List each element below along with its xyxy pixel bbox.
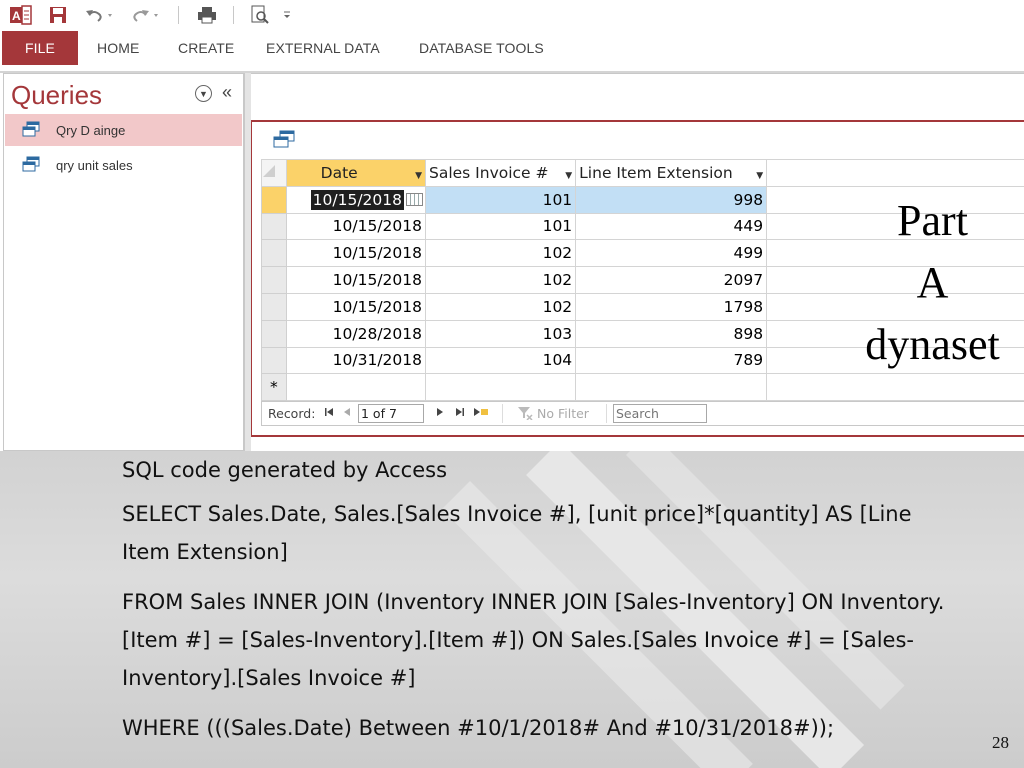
- cell-sales-invoice[interactable]: [424, 373, 577, 402]
- column-header-date[interactable]: Date ▼: [285, 159, 427, 187]
- sort-filter-arrow-icon[interactable]: ▼: [415, 171, 422, 181]
- undo-icon[interactable]: [83, 4, 117, 26]
- current-record-field[interactable]: [358, 404, 424, 423]
- query-icon: [22, 121, 40, 140]
- cell-line-item-extension[interactable]: 2097: [575, 266, 768, 294]
- cell-sales-invoice[interactable]: 104: [424, 346, 577, 375]
- select-all-corner[interactable]: [261, 159, 287, 187]
- cell-date[interactable]: 10/15/2018: [285, 212, 427, 241]
- row-filler: [766, 373, 1024, 402]
- record-navigation-bar: Record: No Filter: [261, 401, 1024, 426]
- new-record-row[interactable]: *: [261, 373, 1024, 402]
- next-record-icon[interactable]: [436, 406, 444, 421]
- cell-sales-invoice[interactable]: 102: [424, 292, 577, 321]
- svg-text:A: A: [12, 9, 21, 23]
- record-selector[interactable]: [261, 185, 287, 214]
- document-tab-border: [251, 120, 1024, 122]
- column-header-row: Date ▼ Sales Invoice # ▼ Line Item Extensi…: [261, 159, 1024, 187]
- cell-line-item-extension[interactable]: 449: [575, 212, 768, 241]
- tab-file[interactable]: FILE: [2, 31, 78, 65]
- nav-item-label: Qry D ainge: [56, 122, 126, 138]
- record-selector[interactable]: [261, 292, 287, 321]
- tab-external-data[interactable]: EXTERNAL DATA: [266, 31, 380, 65]
- cell-date[interactable]: 10/15/2018: [285, 239, 427, 268]
- quick-access-toolbar: A: [0, 0, 1024, 31]
- toolbar-separator: [178, 6, 179, 24]
- print-preview-icon[interactable]: [249, 4, 271, 26]
- query-icon: [22, 156, 40, 175]
- previous-record-icon[interactable]: [343, 406, 351, 421]
- cell-sales-invoice[interactable]: 103: [424, 319, 577, 348]
- sql-heading: SQL code generated by Access: [122, 458, 448, 482]
- tab-create[interactable]: CREATE: [178, 31, 234, 65]
- column-header-sales-invoice[interactable]: Sales Invoice # ▼: [424, 159, 577, 187]
- tab-home[interactable]: HOME: [97, 31, 139, 65]
- query-object-icon: [273, 130, 295, 153]
- nav-separator: [606, 404, 607, 423]
- nav-separator: [502, 404, 503, 423]
- document-tab-border: [251, 120, 252, 437]
- last-record-icon[interactable]: [455, 406, 465, 421]
- access-logo-icon: A: [9, 4, 33, 26]
- column-header-filler: [766, 159, 1024, 187]
- navigation-pane: Queries ▼ « Qry D ainge qry unit sales: [3, 73, 244, 451]
- pane-splitter[interactable]: [244, 73, 251, 451]
- save-icon[interactable]: [47, 4, 69, 26]
- ribbon-tabs: FILE HOME CREATE EXTERNAL DATA DATABASE …: [0, 31, 1024, 68]
- cell-sales-invoice[interactable]: 101: [424, 212, 577, 241]
- document-tab-border: [251, 435, 1024, 437]
- record-label: Record:: [268, 406, 316, 421]
- toolbar-separator: [233, 6, 234, 24]
- part-label-line: A: [916, 258, 949, 307]
- record-selector[interactable]: [261, 212, 287, 241]
- new-record-icon[interactable]: [473, 406, 489, 421]
- part-label-line: Part: [897, 196, 968, 245]
- cell-line-item-extension[interactable]: 499: [575, 239, 768, 268]
- no-filter-label[interactable]: No Filter: [537, 406, 589, 421]
- nav-item-qry-unit-sales[interactable]: qry unit sales: [5, 149, 242, 181]
- column-header-line-item-extension[interactable]: Line Item Extension ▼: [575, 159, 768, 187]
- nav-pane-menu-icon[interactable]: ▼: [195, 85, 212, 102]
- print-icon[interactable]: [195, 4, 219, 26]
- nav-item-qry-d-ainge[interactable]: Qry D ainge: [5, 114, 242, 146]
- nav-item-label: qry unit sales: [56, 157, 133, 173]
- sql-from-clause: FROM Sales INNER JOIN (Inventory INNER J…: [122, 590, 945, 690]
- sort-filter-arrow-icon[interactable]: ▼: [756, 171, 763, 181]
- sort-filter-arrow-icon[interactable]: ▼: [565, 171, 572, 181]
- nav-pane-title[interactable]: Queries: [11, 80, 102, 111]
- filter-icon[interactable]: [517, 406, 533, 423]
- cell-sales-invoice[interactable]: 101: [424, 185, 577, 214]
- cell-line-item-extension[interactable]: 1798: [575, 292, 768, 321]
- record-selector[interactable]: [261, 346, 287, 375]
- sql-where-clause: WHERE (((Sales.Date) Between #10/1/2018#…: [122, 716, 835, 740]
- redo-icon[interactable]: [129, 4, 163, 26]
- first-record-icon[interactable]: [324, 406, 334, 421]
- cell-sales-invoice[interactable]: 102: [424, 266, 577, 294]
- sql-select-clause: SELECT Sales.Date, Sales.[Sales Invoice …: [122, 502, 912, 564]
- customize-toolbar-icon[interactable]: [280, 4, 294, 26]
- tab-database-tools[interactable]: DATABASE TOOLS: [419, 31, 544, 65]
- search-input[interactable]: [613, 404, 707, 423]
- cell-date[interactable]: 10/15/2018: [285, 266, 427, 294]
- cell-date[interactable]: [285, 373, 427, 402]
- new-record-marker[interactable]: *: [261, 373, 287, 402]
- cell-line-item-extension[interactable]: 998: [575, 185, 768, 214]
- calendar-picker-icon[interactable]: [406, 192, 423, 206]
- record-selector[interactable]: [261, 266, 287, 294]
- cell-line-item-extension[interactable]: 789: [575, 346, 768, 375]
- cell-date[interactable]: 10/15/2018: [285, 292, 427, 321]
- collapse-pane-icon[interactable]: «: [222, 82, 232, 103]
- cell-date[interactable]: 10/28/2018: [285, 319, 427, 348]
- cell-date[interactable]: 10/15/2018: [285, 185, 427, 214]
- cell-line-item-extension[interactable]: [575, 373, 768, 402]
- part-a-label: Part A dynaset: [845, 190, 1020, 376]
- sql-code-text: SQL code generated by Access SELECT Sale…: [122, 451, 952, 759]
- cell-sales-invoice[interactable]: 102: [424, 239, 577, 268]
- slide-page-number: 28: [992, 733, 1009, 752]
- cell-line-item-extension[interactable]: 898: [575, 319, 768, 348]
- cell-date[interactable]: 10/31/2018: [285, 346, 427, 375]
- record-selector[interactable]: [261, 319, 287, 348]
- record-selector[interactable]: [261, 239, 287, 268]
- part-label-line: dynaset: [865, 320, 1000, 369]
